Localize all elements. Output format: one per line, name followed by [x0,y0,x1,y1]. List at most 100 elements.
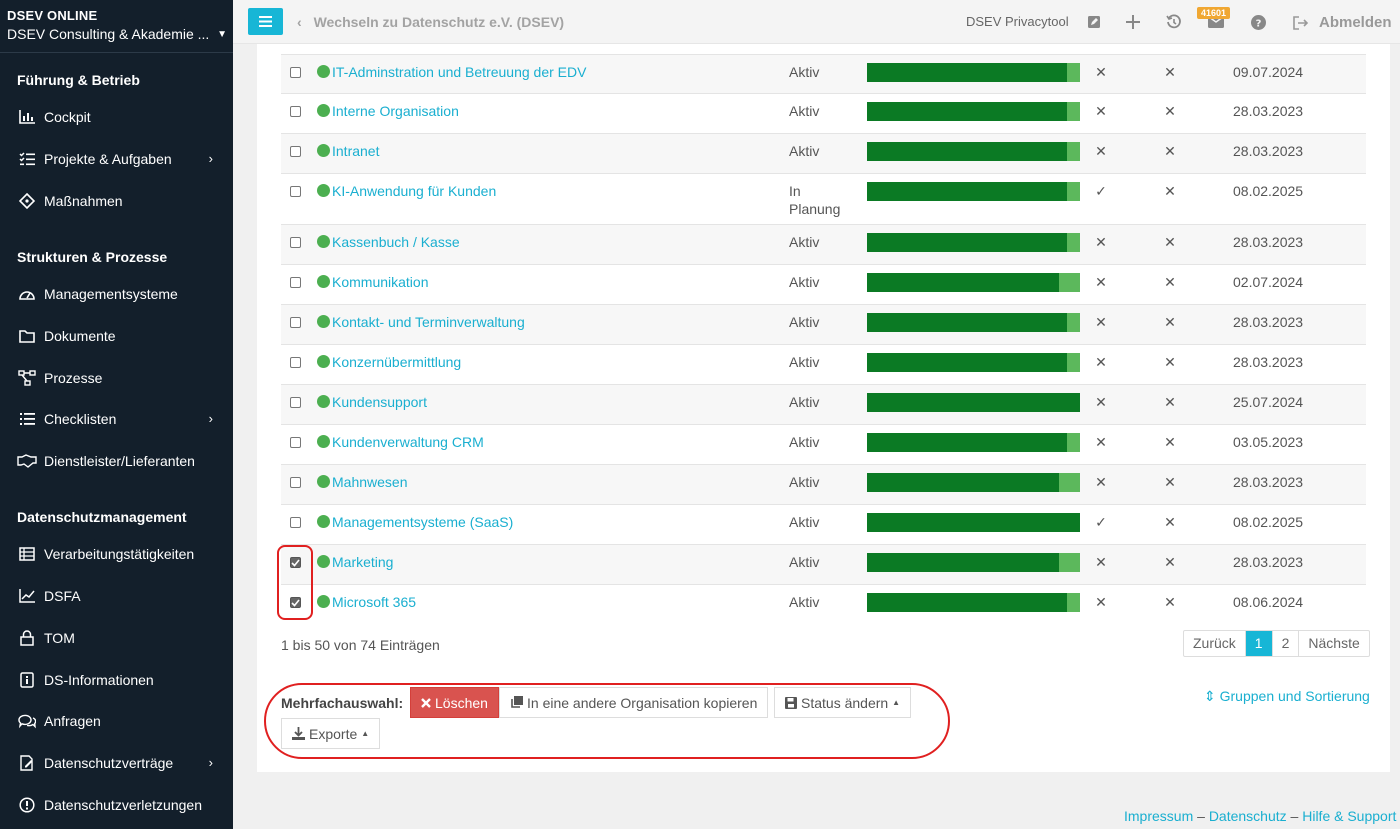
row-name-link[interactable]: Marketing [332,554,393,570]
section-strukturen: Strukturen & Prozesse [17,249,168,265]
sidebar-item-managementsysteme[interactable]: Managementsysteme [17,282,217,306]
row-name-link[interactable]: Kommunikation [332,274,429,290]
row-name-link[interactable]: Mahnwesen [332,474,408,490]
cross-icon: ✕ [1164,474,1176,490]
grouping-sorting-link[interactable]: ⇕ Gruppen und Sortierung [1204,688,1370,705]
progress-bar [867,553,1080,572]
cross-icon: ✕ [1095,274,1107,290]
switch-org-link[interactable]: ‹ Wechseln zu Datenschutz e.V. (DSEV) [297,14,564,30]
chevron-left-icon: ‹ [297,14,302,30]
pagination-prev[interactable]: Zurück [1184,631,1246,656]
row-name-link[interactable]: Kontakt- und Terminverwaltung [332,314,525,330]
sidebar-item-checklisten[interactable]: Checklisten › [17,407,217,431]
impressum-link[interactable]: Impressum [1124,808,1193,824]
row-checkbox[interactable] [290,317,301,328]
row-checkbox[interactable] [290,67,301,78]
cross-icon: ✕ [1164,314,1176,330]
row-date: 28.03.2023 [1233,554,1304,570]
sidebar-item-datenschutzverletzungen[interactable]: Datenschutzverletzungen [17,793,217,817]
sidebar-item-anfragen[interactable]: Anfragen [17,709,217,733]
plus-icon[interactable] [1122,11,1144,33]
sidebar-item-verarbeitung[interactable]: Verarbeitungstätigkeiten [17,542,217,566]
table-row: Kontakt- und Terminverwaltung Aktiv ✕ ✕ 28.0… [281,304,1366,344]
cross-icon: ✕ [1095,354,1107,370]
row-checkbox[interactable] [290,517,301,528]
logout-button[interactable]: Abmelden [1293,14,1392,31]
edit-icon[interactable] [1083,11,1105,33]
pagination-page-2[interactable]: 2 [1273,631,1300,656]
help-icon[interactable]: ? [1247,11,1269,33]
sidebar: DSEV ONLINE DSEV Consulting & Akademie .… [0,0,233,829]
row-name-link[interactable]: Konzernübermittlung [332,354,461,370]
notification-badge: 41601 [1197,7,1231,19]
row-checkbox[interactable] [290,277,301,288]
alert-icon [17,795,37,815]
row-status: Aktiv [789,354,820,370]
cross-icon: ✕ [1095,143,1107,159]
sidebar-item-cockpit[interactable]: Cockpit [17,105,217,129]
cross-icon: ✕ [1095,394,1107,410]
row-checkbox[interactable] [290,186,301,197]
row-name-link[interactable]: Kundensupport [332,394,427,410]
section-fuehrung: Führung & Betrieb [17,72,140,88]
row-name-link[interactable]: Kundenverwaltung CRM [332,434,484,450]
sidebar-item-massnahmen[interactable]: Maßnahmen [17,189,217,213]
help-support-link[interactable]: Hilfe & Support [1302,808,1396,824]
status-dot [317,355,330,368]
sidebar-item-prozesse[interactable]: Prozesse [17,366,217,390]
row-name-link[interactable]: Microsoft 365 [332,594,416,610]
row-checkbox[interactable] [290,397,301,408]
org-switcher[interactable]: DSEV ONLINE DSEV Consulting & Akademie .… [7,8,227,42]
row-name-link[interactable]: KI-Anwendung für Kunden [332,183,496,199]
pagination-page-1[interactable]: 1 [1245,631,1273,656]
progress-fill [867,513,1080,532]
row-checkbox[interactable] [290,237,301,248]
progress-bar [867,473,1080,492]
sidebar-item-datenschutzvertraege[interactable]: Datenschutzverträge › [17,751,217,775]
progress-bar [867,182,1080,201]
menu-toggle-button[interactable] [248,8,283,35]
row-name-link[interactable]: Interne Organisation [332,103,459,119]
row-date: 28.03.2023 [1233,314,1304,330]
brand-title: DSEV ONLINE [7,8,98,23]
row-checkbox[interactable] [290,437,301,448]
cross-icon: ✕ [1095,474,1107,490]
row-name-link[interactable]: Intranet [332,143,379,159]
row-status: In Planung [789,183,841,217]
progress-fill [867,353,1068,372]
privacytool-label[interactable]: DSEV Privacytool [966,14,1069,29]
sidebar-item-tom[interactable]: TOM [17,626,217,650]
row-checkbox[interactable] [290,146,301,157]
row-date: 08.02.2025 [1233,183,1304,199]
sidebar-item-label: Verarbeitungstätigkeiten [44,546,195,562]
sidebar-item-dokumente[interactable]: Dokumente [17,324,217,348]
row-checkbox[interactable] [290,357,301,368]
row-name-link[interactable]: IT-Adminstration und Betreuung der EDV [332,64,586,80]
sidebar-item-ds-informationen[interactable]: DS-Informationen [17,668,217,692]
status-dot [317,275,330,288]
table-icon [17,544,37,564]
caret-down-icon: ▼ [217,28,227,40]
progress-fill [867,233,1068,252]
sidebar-item-dienstleister[interactable]: Dienstleister/Lieferanten [17,449,217,473]
tasks-icon [17,149,37,169]
cross-icon: ✕ [1164,354,1176,370]
row-name-link[interactable]: Kassenbuch / Kasse [332,234,460,250]
sidebar-item-label: Checklisten [44,411,117,427]
top-bar: ‹ Wechseln zu Datenschutz e.V. (DSEV) DS… [233,0,1400,44]
datenschutz-link[interactable]: Datenschutz [1209,808,1287,824]
sidebar-item-dsfa[interactable]: DSFA [17,584,217,608]
sidebar-item-projekte[interactable]: Projekte & Aufgaben › [17,147,217,171]
row-date: 28.03.2023 [1233,234,1304,250]
status-dot [317,315,330,328]
diamond-icon [17,191,37,211]
footer: Impressum – Datenschutz – Hilfe & Suppor… [1124,808,1397,824]
progress-bar [867,513,1080,532]
status-dot [317,65,330,78]
lock-icon [17,628,37,648]
row-checkbox[interactable] [290,477,301,488]
pagination-next[interactable]: Nächste [1299,631,1368,656]
row-name-link[interactable]: Managementsysteme (SaaS) [332,514,513,530]
row-checkbox[interactable] [290,106,301,117]
history-icon[interactable] [1163,11,1185,33]
